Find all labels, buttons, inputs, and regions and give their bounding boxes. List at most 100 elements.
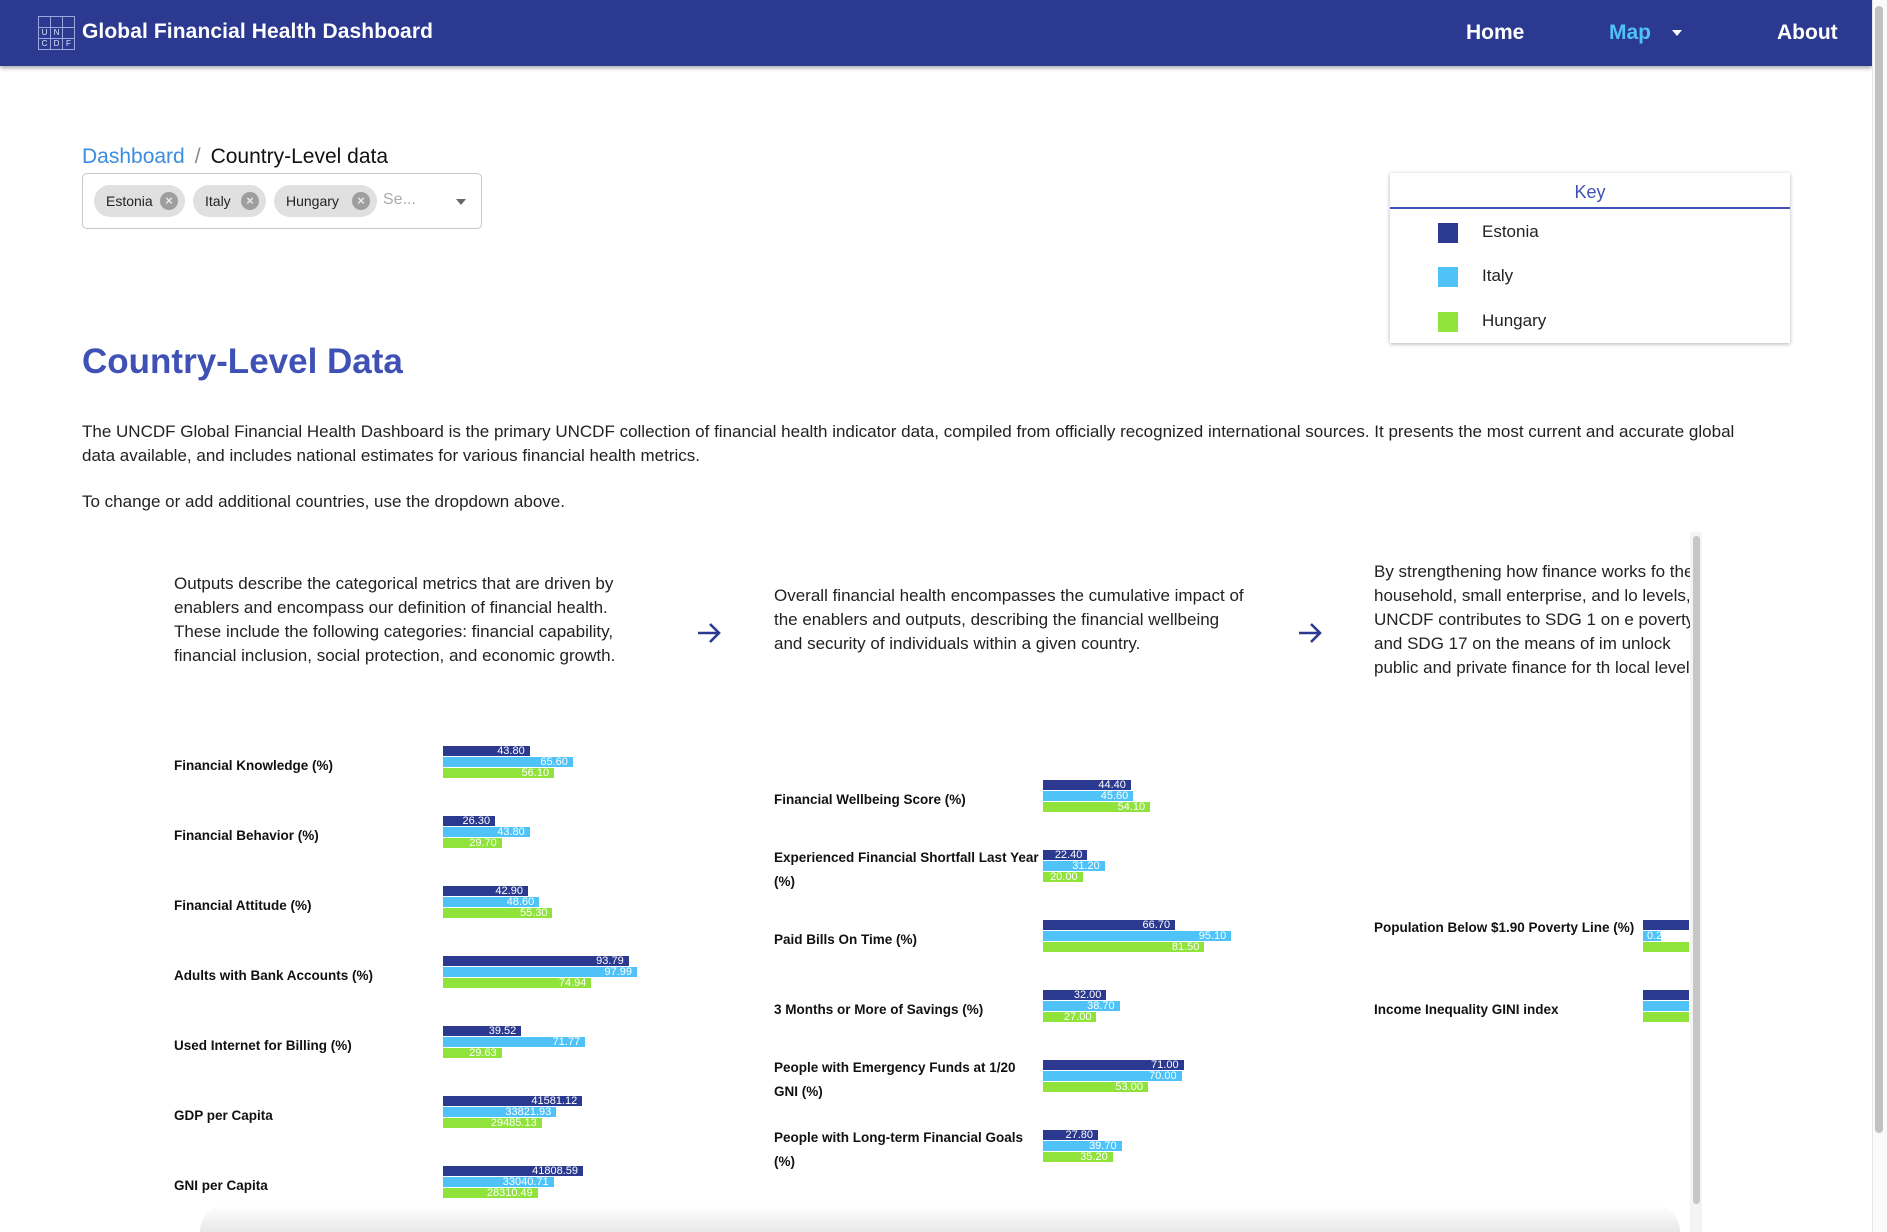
bar-hungary[interactable]: 74.94 xyxy=(443,978,592,989)
bar-italy[interactable]: 33821.93 xyxy=(443,1107,557,1118)
bar-italy[interactable]: 45.60 xyxy=(1043,791,1134,802)
bar-italy[interactable]: 38.70 xyxy=(1043,1001,1120,1012)
bar-estonia[interactable] xyxy=(1643,920,1689,930)
bar-italy[interactable]: 65.60 xyxy=(443,757,573,768)
metric-label: Paid Bills On Time (%) xyxy=(774,932,918,947)
chip-remove-icon[interactable]: × xyxy=(160,192,178,210)
chip-italy[interactable]: Italy × xyxy=(193,185,266,217)
country-multiselect[interactable]: Estonia × Italy × Hungary × Se... xyxy=(82,173,482,229)
bar-estonia[interactable]: 66.70 xyxy=(1043,920,1176,931)
bottom-shadow xyxy=(200,1205,1680,1232)
metric-label: Adults with Bank Accounts (%) xyxy=(174,968,374,983)
bar-italy[interactable]: 43.80 xyxy=(443,827,530,838)
metric-label: Used Internet for Billing (%) xyxy=(174,1038,352,1053)
dropdown-arrow-icon[interactable] xyxy=(456,199,466,205)
bar-hungary[interactable]: 35.20 xyxy=(1043,1152,1113,1163)
metric-label: Financial Wellbeing Score (%) xyxy=(774,792,966,807)
metric-label: 3 Months or More of Savings (%) xyxy=(774,1002,984,1017)
bar-estonia[interactable]: 22.40 xyxy=(1043,850,1088,861)
bar-estonia[interactable]: 32.00 xyxy=(1043,990,1107,1001)
bar-estonia[interactable] xyxy=(1643,990,1689,1000)
bar-italy[interactable]: 97.99 xyxy=(443,967,638,978)
breadcrumb-current: Country-Level data xyxy=(210,145,389,168)
bar-italy[interactable]: 95.10 xyxy=(1043,931,1232,942)
key-label: Estonia xyxy=(1482,222,1539,241)
bar-hungary[interactable]: 56.10 xyxy=(443,768,555,779)
bar-hungary[interactable]: 54.10 xyxy=(1043,802,1151,813)
bar-italy[interactable]: 31.20 xyxy=(1043,861,1105,872)
swatch-italy xyxy=(1438,267,1458,287)
uncdf-logo[interactable]: UNCDF xyxy=(38,16,75,50)
key-label: Hungary xyxy=(1482,311,1547,330)
bar-hungary[interactable]: 29.63 xyxy=(443,1048,502,1059)
breadcrumb: Dashboard / Country-Level data xyxy=(82,145,388,169)
metric-label: Income Inequality GINI index xyxy=(1374,1002,1559,1017)
nav-about[interactable]: About xyxy=(1777,21,1838,45)
legend-key: Key Estonia Italy Hungary xyxy=(1390,173,1790,343)
bar-italy[interactable]: 70.00 xyxy=(1043,1071,1182,1082)
top-navbar: UNCDF Global Financial Health Dashboard … xyxy=(0,0,1872,66)
bar-estonia[interactable]: 43.80 xyxy=(443,746,530,757)
metric-label: Financial Knowledge (%) xyxy=(174,758,334,773)
metric-bar-group xyxy=(1643,990,1693,1024)
nav-map[interactable]: Map xyxy=(1609,21,1651,45)
chip-estonia[interactable]: Estonia × xyxy=(94,185,185,217)
bar-italy[interactable]: 39.70 xyxy=(1043,1141,1122,1152)
nav-home[interactable]: Home xyxy=(1466,21,1524,45)
bar-italy[interactable]: 0.27 xyxy=(1643,931,1668,942)
chevron-down-icon[interactable] xyxy=(1672,30,1682,36)
breadcrumb-separator: / xyxy=(194,145,201,168)
app-title[interactable]: Global Financial Health Dashboard xyxy=(82,20,433,44)
chip-hungary[interactable]: Hungary × xyxy=(274,185,377,217)
panel-scrollbar-thumb[interactable] xyxy=(1693,536,1700,1204)
chip-label: Estonia xyxy=(106,193,153,209)
chip-label: Italy xyxy=(205,193,231,209)
bar-estonia[interactable]: 42.90 xyxy=(443,886,528,897)
bar-italy[interactable]: 33040.71 xyxy=(443,1177,554,1188)
bar-hungary[interactable] xyxy=(1643,942,1689,952)
bar-hungary[interactable]: 55.30 xyxy=(443,908,553,919)
key-title: Key xyxy=(1390,173,1790,209)
metric-label: People with Long-term Financial Goals (%… xyxy=(774,1130,1024,1169)
bar-estonia[interactable]: 26.30 xyxy=(443,816,496,827)
metric-label: GNI per Capita xyxy=(174,1178,268,1193)
page-title: Country-Level Data xyxy=(82,342,403,381)
intro-instruction: To change or add additional countries, u… xyxy=(82,492,565,511)
swatch-estonia xyxy=(1438,223,1458,243)
bar-hungary[interactable]: 20.00 xyxy=(1043,872,1083,883)
swatch-hungary xyxy=(1438,312,1458,332)
bar-italy[interactable]: 71.77 xyxy=(443,1037,586,1048)
bar-hungary[interactable]: 27.00 xyxy=(1043,1012,1097,1023)
bar-estonia[interactable]: 41581.12 xyxy=(443,1096,583,1107)
bar-estonia[interactable]: 27.80 xyxy=(1043,1130,1099,1141)
key-label: Italy xyxy=(1482,266,1514,285)
bar-estonia[interactable]: 71.00 xyxy=(1043,1060,1184,1071)
chip-label: Hungary xyxy=(286,193,339,209)
chip-remove-icon[interactable]: × xyxy=(352,192,370,210)
intro-paragraph: The UNCDF Global Financial Health Dashbo… xyxy=(82,422,1735,465)
country-search-input[interactable]: Se... xyxy=(383,191,416,209)
impact-description: By strengthening how finance works fo th… xyxy=(1374,562,1690,677)
bar-hungary[interactable] xyxy=(1643,1012,1689,1022)
bar-estonia[interactable]: 39.52 xyxy=(443,1026,522,1037)
metric-label: Experienced Financial Shortfall Last Yea… xyxy=(774,850,1039,889)
bar-estonia[interactable]: 93.79 xyxy=(443,956,629,967)
metric-label: Financial Behavior (%) xyxy=(174,828,319,843)
bar-hungary[interactable]: 28310.49 xyxy=(443,1188,538,1199)
page-scrollbar-thumb[interactable] xyxy=(1875,6,1883,1133)
bar-hungary[interactable]: 81.50 xyxy=(1043,942,1205,953)
arrow-right-icon xyxy=(1299,623,1322,643)
bar-estonia[interactable]: 41808.59 xyxy=(443,1166,583,1177)
bar-estonia[interactable]: 44.40 xyxy=(1043,780,1131,791)
outputs-description: Outputs describe the categorical metrics… xyxy=(174,574,616,665)
breadcrumb-dashboard-link[interactable]: Dashboard xyxy=(82,145,185,168)
bar-italy[interactable]: 48.60 xyxy=(443,897,540,908)
bar-hungary[interactable]: 53.00 xyxy=(1043,1082,1148,1093)
arrow-right-icon xyxy=(698,623,721,643)
metric-label: Financial Attitude (%) xyxy=(174,898,312,913)
bar-italy[interactable] xyxy=(1643,1001,1689,1011)
bar-hungary[interactable]: 29.70 xyxy=(443,838,502,849)
metric-label: GDP per Capita xyxy=(174,1108,273,1123)
bar-hungary[interactable]: 29485.13 xyxy=(443,1118,542,1129)
chip-remove-icon[interactable]: × xyxy=(241,192,259,210)
